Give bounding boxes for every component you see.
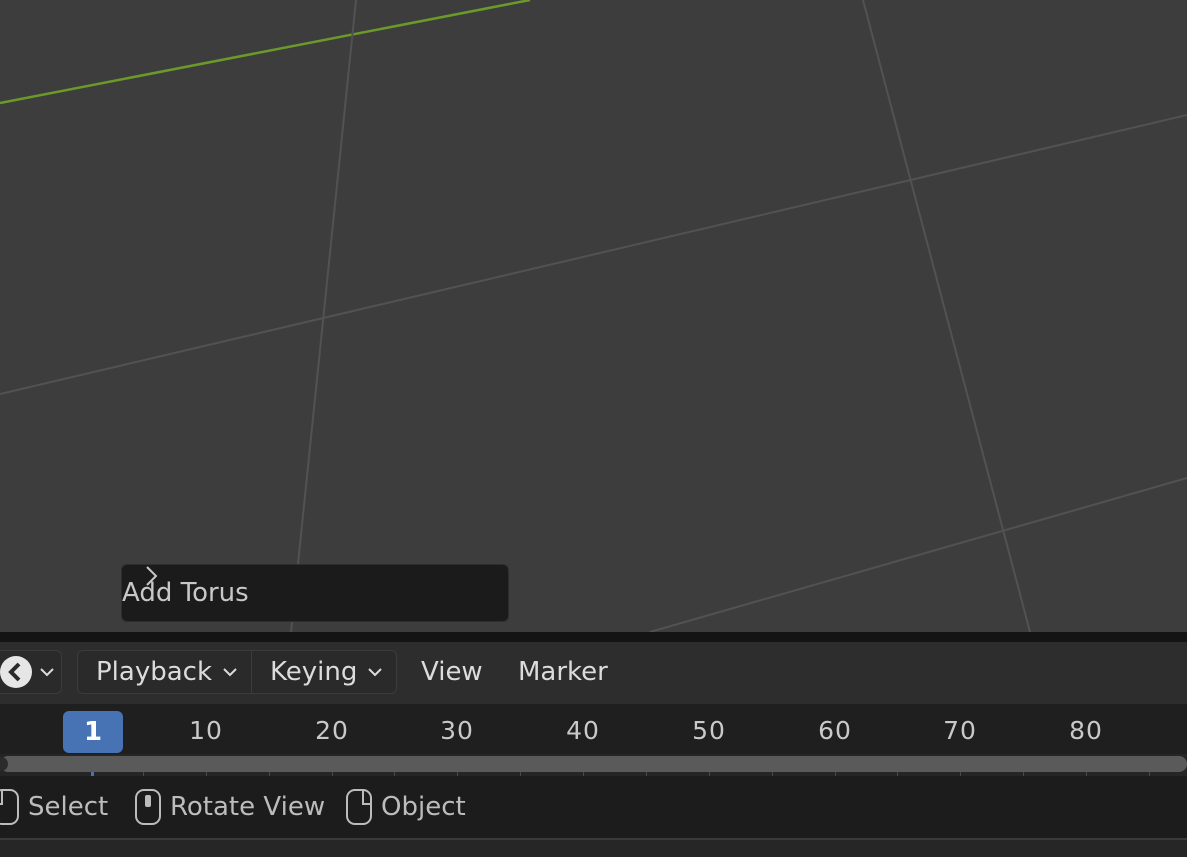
panel-title: Add Torus: [122, 578, 249, 608]
frame-label: 40: [566, 716, 600, 745]
clock-icon: [0, 656, 32, 688]
adjust-last-operation-panel[interactable]: Add Torus: [121, 564, 509, 622]
grid-line: [0, 114, 1187, 395]
frame-label: 10: [189, 716, 223, 745]
status-left-mouse: Select: [0, 786, 108, 828]
frame-label: 70: [943, 716, 977, 745]
frame-label: 60: [818, 716, 852, 745]
window-bottom-edge: [0, 838, 1187, 857]
frame-range-bar[interactable]: [0, 756, 1187, 772]
mouse-right-button-icon: [346, 789, 372, 825]
timeline-scrub-area[interactable]: [0, 754, 1187, 780]
grid-floor: [0, 0, 1187, 632]
frame-label: 50: [692, 716, 726, 745]
object-label: Object: [381, 792, 466, 822]
chevron-down-icon: [223, 668, 237, 677]
chevron-right-icon: [146, 566, 158, 586]
mouse-left-button-icon: [0, 789, 19, 825]
playback-label: Playback: [96, 657, 213, 687]
playback-keying-menus: Playback Keying: [77, 650, 397, 694]
grid-line: [290, 0, 357, 632]
mouse-middle-button-icon: [135, 789, 161, 825]
keying-menu[interactable]: Keying: [270, 651, 383, 693]
chevron-down-icon: [368, 668, 383, 677]
y-axis-line: [0, 0, 531, 105]
frame-label: 20: [315, 716, 349, 745]
current-frame-indicator[interactable]: 1: [63, 711, 123, 753]
timeline-header: Playback Keying View Marker: [0, 642, 1187, 704]
select-label: Select: [28, 792, 109, 822]
playback-menu[interactable]: Playback: [96, 651, 238, 693]
area-separator[interactable]: [0, 632, 1187, 642]
status-bar: Select Rotate View Object: [0, 776, 1187, 838]
status-right-mouse: Object: [345, 786, 466, 828]
view-menu[interactable]: View: [421, 650, 483, 694]
grid-line: [862, 0, 1031, 632]
status-middle-mouse: Rotate View: [134, 786, 325, 828]
rotate-view-label: Rotate View: [170, 792, 326, 822]
frame-label: 30: [440, 716, 474, 745]
chevron-down-icon: [40, 668, 54, 677]
menu-divider: [251, 651, 252, 693]
3d-viewport[interactable]: Add Torus: [0, 0, 1187, 632]
keying-label: Keying: [270, 657, 358, 687]
frame-label: 80: [1069, 716, 1103, 745]
editor-type-button[interactable]: [0, 650, 62, 694]
frame-ruler[interactable]: 10 20 30 40 50 60 70 80: [0, 704, 1187, 754]
grid-line: [649, 477, 1187, 632]
marker-menu[interactable]: Marker: [518, 650, 608, 694]
